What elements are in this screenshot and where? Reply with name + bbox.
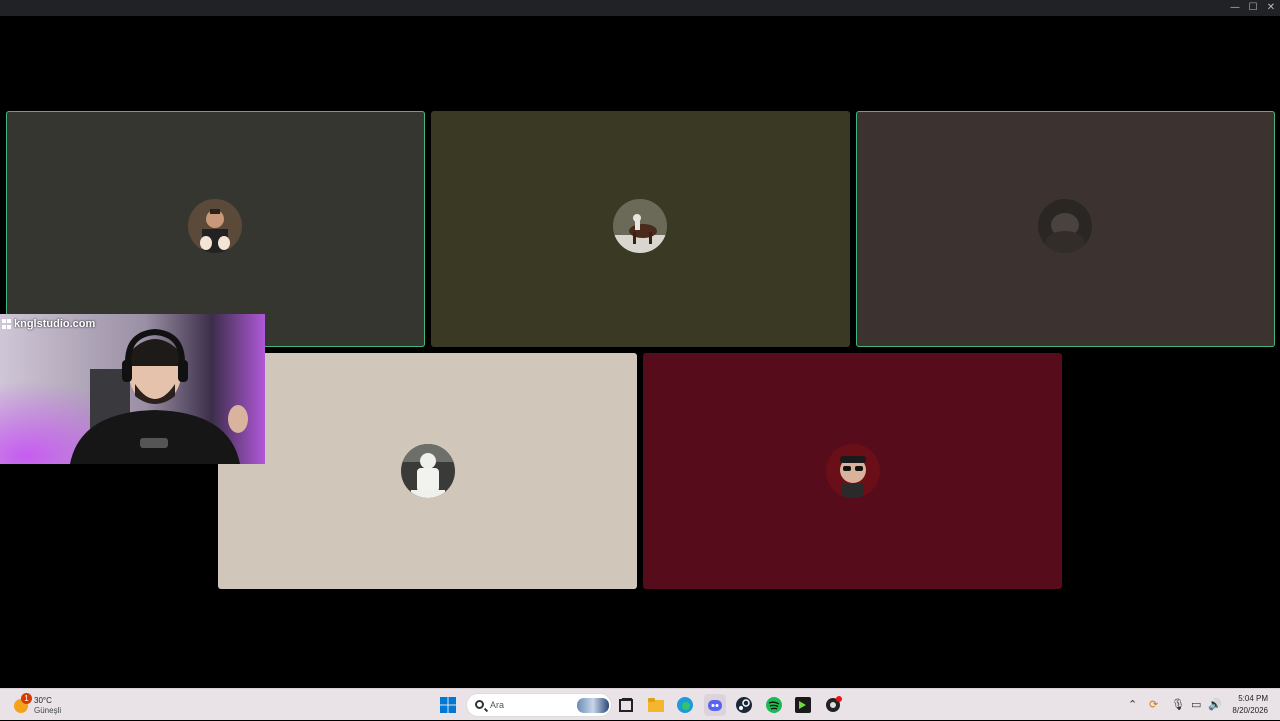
taskbar-search[interactable]: Ara	[466, 693, 612, 717]
network-icon[interactable]: ▭	[1191, 698, 1201, 711]
weather-temperature: 30°C	[34, 696, 52, 705]
sync-icon[interactable]: ⟳	[1149, 698, 1158, 711]
terminal-app-icon[interactable]	[792, 694, 814, 716]
watermark-text: knglstudio.com	[14, 318, 96, 330]
windows-taskbar: 1 30°C Güneşli Ara ⌃ ⟳ 🎙 ▭ 🔊 5:04 PM 8/2…	[0, 688, 1280, 720]
weather-widget[interactable]: 1 30°C Güneşli	[12, 693, 92, 717]
watermark: knglstudio.com	[2, 318, 95, 330]
participant-tile-3[interactable]	[856, 111, 1275, 347]
participant-tile-5[interactable]	[643, 353, 1062, 589]
search-placeholder: Ara	[490, 700, 505, 710]
studio-logo-icon	[2, 319, 12, 329]
steam-icon[interactable]	[733, 694, 755, 716]
discord-icon[interactable]	[704, 694, 726, 716]
search-highlight-image	[577, 698, 609, 713]
participant-tile-2[interactable]	[431, 111, 850, 347]
obs-app-icon[interactable]	[822, 694, 844, 716]
participant-avatar	[826, 444, 880, 498]
show-hidden-icons-icon[interactable]: ⌃	[1128, 698, 1137, 711]
edge-browser-icon[interactable]	[674, 694, 696, 716]
clock-time: 5:04 PM	[1238, 694, 1268, 703]
close-button[interactable]: ✕	[1262, 0, 1280, 16]
windows-start-icon[interactable]	[437, 694, 459, 716]
participant-avatar	[1038, 199, 1092, 253]
notification-badge: 1	[21, 693, 32, 704]
minimize-button[interactable]: —	[1226, 0, 1244, 16]
spotify-icon[interactable]	[763, 694, 785, 716]
microphone-icon[interactable]: 🎙	[1171, 698, 1185, 711]
clock-date: 8/20/2026	[1232, 706, 1268, 715]
file-explorer-icon[interactable]	[645, 694, 667, 716]
task-view-icon[interactable]	[615, 694, 637, 716]
maximize-button[interactable]: ☐	[1244, 0, 1262, 16]
streamer-webcam-overlay: knglstudio.com	[0, 314, 265, 464]
participant-tile-4[interactable]	[218, 353, 637, 589]
participant-avatar	[401, 444, 455, 498]
window-titlebar: — ☐ ✕	[0, 0, 1280, 16]
participant-avatar	[613, 199, 667, 253]
video-call-stage: knglstudio.com	[0, 16, 1280, 688]
system-clock[interactable]: 5:04 PM 8/20/2026	[1232, 693, 1268, 717]
search-icon	[475, 700, 484, 709]
participant-tile-1[interactable]	[6, 111, 425, 347]
weather-description: Güneşli	[34, 706, 62, 715]
volume-icon[interactable]: 🔊	[1208, 698, 1222, 711]
participant-avatar	[188, 199, 242, 253]
